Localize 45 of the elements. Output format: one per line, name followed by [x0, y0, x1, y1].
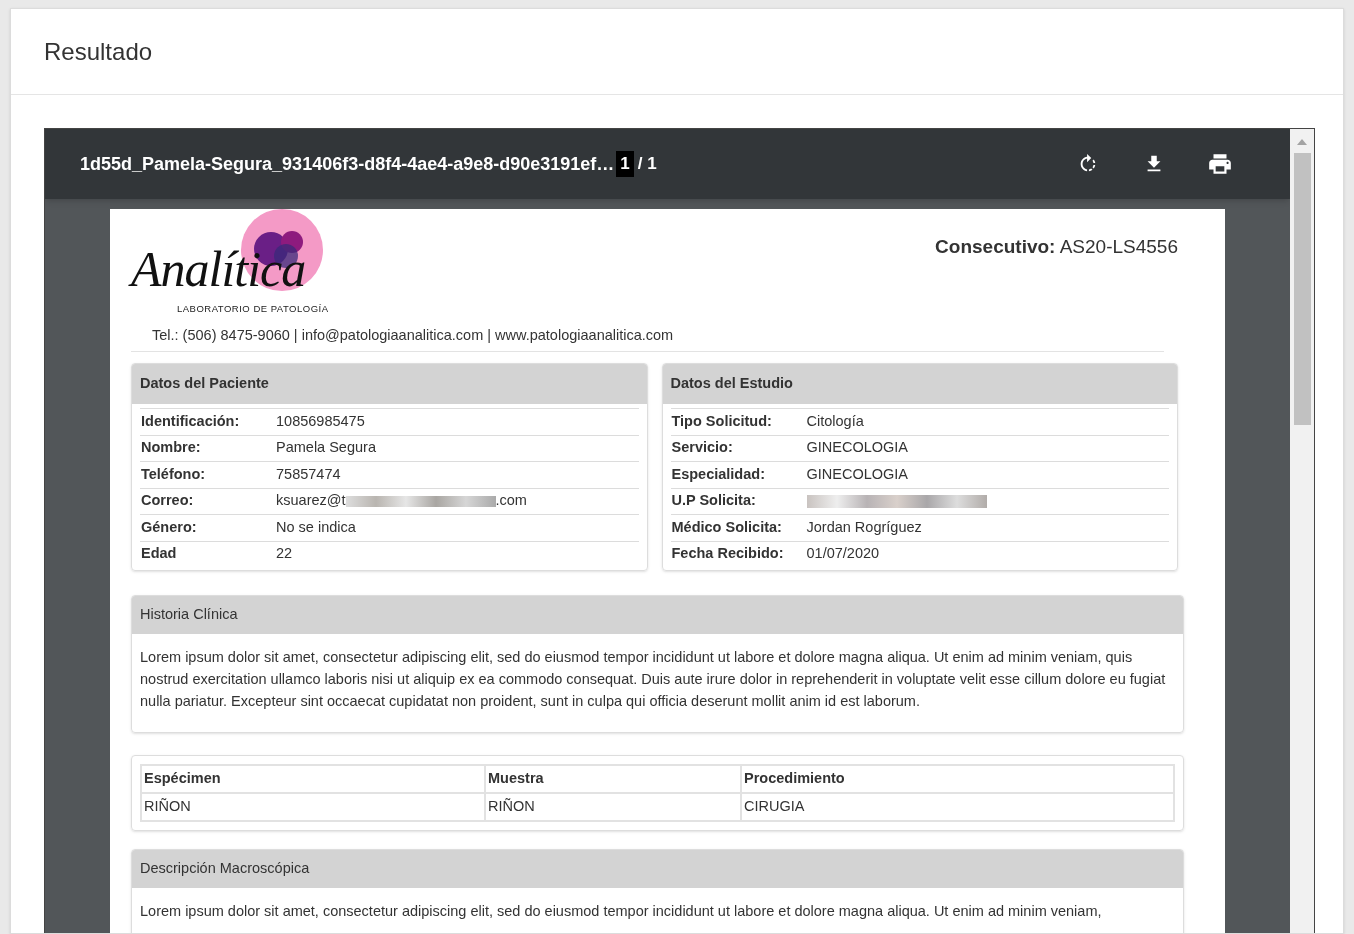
- field-label: Edad: [140, 544, 178, 564]
- page-number-field[interactable]: 1: [616, 151, 634, 177]
- field-value: GINECOLOGIA: [806, 438, 909, 458]
- field-label: U.P Solicita:: [670, 491, 757, 511]
- table-cell: CIRUGIA: [741, 793, 1174, 821]
- field-label: Tipo Solicitud:: [670, 411, 773, 431]
- field-value: 22: [276, 544, 293, 564]
- section-text: Lorem ipsum dolor sit amet, consectetur adipiscing elit, sed do eiusmod tempor incididunt ut labore et dolore magna aliqua. Ut enim ad minim veniam, quis nostrud exercitation ullamco laboris nisi ut aliquip ex ea commodo consequat. Duis aute irure dolor in reprehenderit in voluptate velit esse cillum dolore eu fugiat nulla pariatur. Excepteur sint occaecat cupidatat non proident, sunt in culpa qui officia deserunt mollit anim id est laborum.: [139, 648, 1167, 711]
- file-name: 1d55d_Pamela-Segura_931406f3-d8f4-4ae4-a9e8-d90e3191ef…: [80, 152, 615, 176]
- field-value: GINECOLOGIA: [806, 464, 909, 484]
- field-value: 75857474: [276, 464, 341, 484]
- panel-header: Datos del Estudio: [662, 364, 1177, 404]
- field-value: ksuarez@t: [276, 491, 346, 511]
- field-label: Género:: [140, 517, 198, 537]
- field-value: Jordan Rogríguez: [806, 517, 922, 537]
- field-value: Pamela Segura: [276, 438, 376, 458]
- contact-info: Tel.: (506) 8475-9060 | info@patologiaanalitica.com | www.patologiaanalitica.com: [152, 326, 674, 345]
- page-total: / 1: [637, 153, 657, 176]
- field-label: Especialidad:: [670, 464, 766, 484]
- field-value: No se indica: [276, 517, 356, 537]
- field-label: Teléfono:: [140, 464, 207, 484]
- panel-header: Datos del Paciente: [132, 364, 647, 404]
- table-cell: RIÑON: [485, 793, 741, 821]
- section-header: Descripción Macroscópica: [132, 850, 1183, 888]
- column-header: Procedimiento: [741, 765, 1174, 793]
- field-value: 10856985475: [276, 411, 365, 431]
- column-header: Espécimen: [141, 765, 485, 793]
- scroll-up-icon: [1297, 139, 1307, 145]
- field-value: .com: [495, 491, 527, 511]
- field-value: Citología: [806, 411, 864, 431]
- table-cell: RIÑON: [141, 793, 485, 821]
- consecutivo-number: Consecutivo: AS20-LS4556: [935, 235, 1178, 259]
- field-label: Nombre:: [140, 438, 202, 458]
- field-label: Médico Solicita:: [670, 517, 783, 537]
- scrollbar-thumb[interactable]: [1293, 153, 1311, 425]
- section-text: Lorem ipsum dolor sit amet, consectetur adipiscing elit, sed do eiusmod tempor incididunt ut labore et dolore magna aliqua. Ut enim ad minim veniam,: [139, 902, 1103, 921]
- section-header: Historia Clínica: [132, 596, 1183, 634]
- field-label: Correo:: [140, 491, 195, 511]
- card-title: Resultado: [44, 36, 153, 67]
- column-header: Muestra: [485, 765, 741, 793]
- print-icon: [1207, 151, 1233, 177]
- field-value: 01/07/2020: [806, 544, 880, 564]
- field-label: Servicio:: [670, 438, 734, 458]
- field-label: Identificación:: [140, 411, 241, 431]
- field-label: Fecha Recibido:: [670, 544, 785, 564]
